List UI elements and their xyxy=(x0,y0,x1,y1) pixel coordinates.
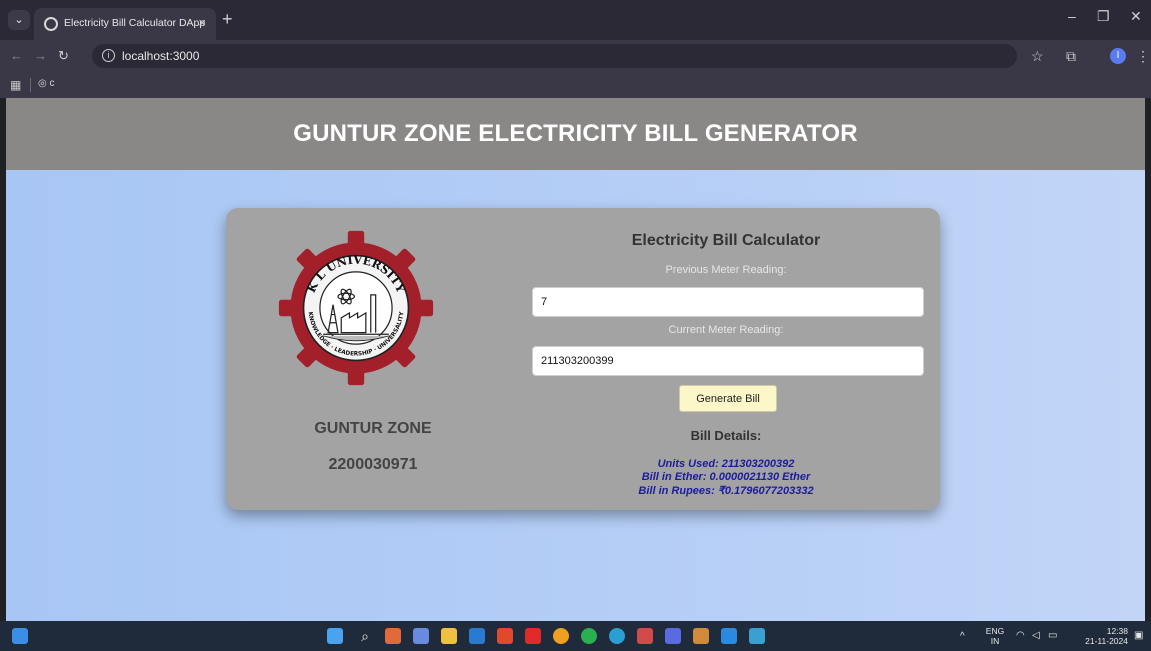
start-icon[interactable] xyxy=(327,628,343,644)
date-text: 21-11-2024 xyxy=(1085,636,1128,646)
bookmark-item[interactable]: ◎ c xyxy=(38,78,55,89)
restore-icon[interactable]: ❐ xyxy=(1097,8,1110,25)
whatsapp-icon[interactable] xyxy=(581,628,597,644)
kl-university-logo: K L UNIVERSITY KNOWLEDGE · LEADERSHIP · … xyxy=(278,230,434,386)
taskbar: ⌕ ^ ENG IN ◠ ◁ ▭ 12:38 21-11-2024 ▣ xyxy=(0,621,1151,651)
tray-chevron-icon[interactable]: ^ xyxy=(960,632,965,642)
battery-icon[interactable]: ▭ xyxy=(1048,631,1057,641)
bill-details-title: Bill Details: xyxy=(690,428,762,443)
current-reading-input[interactable] xyxy=(532,346,924,376)
page-title: GUNTUR ZONE ELECTRICITY BILL GENERATOR xyxy=(293,120,858,147)
tab-search-button[interactable]: ⌄ xyxy=(8,10,30,30)
file-explorer-icon[interactable] xyxy=(441,628,457,644)
apps-grid-icon[interactable]: ▦ xyxy=(10,78,21,92)
bookmarks-divider xyxy=(30,78,31,92)
app-icon[interactable] xyxy=(413,628,429,644)
region-text: IN xyxy=(990,636,1000,646)
calculator-title: Electricity Bill Calculator xyxy=(631,232,821,249)
chrome-profile-icon[interactable] xyxy=(665,628,681,644)
calculator-card: K L UNIVERSITY KNOWLEDGE · LEADERSHIP · … xyxy=(226,208,940,510)
notification-icon[interactable]: ▣ xyxy=(1134,631,1143,641)
url-text: localhost:3000 xyxy=(122,49,200,63)
menu-icon[interactable]: ⋮ xyxy=(1136,48,1150,65)
chrome-icon[interactable] xyxy=(553,628,569,644)
widgets-icon[interactable] xyxy=(12,628,28,644)
new-tab-button[interactable]: + xyxy=(222,10,233,28)
globe-icon xyxy=(44,17,58,31)
zone-id: 2200030971 xyxy=(328,456,418,473)
current-reading-label: Current Meter Reading: xyxy=(668,324,784,336)
language-text: ENG xyxy=(985,626,1005,636)
bookmark-label: c xyxy=(49,78,55,89)
browser-tab[interactable]: Electricity Bill Calculator DApp × xyxy=(34,8,216,40)
back-icon[interactable]: ← xyxy=(10,48,23,63)
outlook-icon[interactable] xyxy=(469,628,485,644)
previous-reading-input[interactable] xyxy=(532,287,924,317)
bookmarks-bar: ▦ ◎ c xyxy=(0,72,1151,98)
generate-bill-button[interactable]: Generate Bill xyxy=(679,385,777,412)
package-icon[interactable] xyxy=(693,628,709,644)
time-text: 12:38 xyxy=(1106,626,1128,636)
bill-ether-text: Bill in Ether: 0.0000021130 Ether xyxy=(641,471,811,483)
site-info-icon[interactable]: i xyxy=(102,49,115,62)
previous-reading-label: Previous Meter Reading: xyxy=(665,264,787,276)
language-indicator[interactable]: ENG IN xyxy=(984,626,1006,646)
pinned-app-icon[interactable] xyxy=(637,628,653,644)
forward-icon[interactable]: → xyxy=(34,48,47,63)
wifi-icon[interactable]: ◠ xyxy=(1016,631,1025,641)
youtube-icon[interactable] xyxy=(525,628,541,644)
tab-title: Electricity Bill Calculator DApp xyxy=(64,17,206,29)
profile-avatar[interactable]: I xyxy=(1110,48,1126,64)
browser-tab-bar: ⌄ Electricity Bill Calculator DApp × + –… xyxy=(0,0,1151,40)
copilot-icon[interactable] xyxy=(385,628,401,644)
site-header: GUNTUR ZONE ELECTRICITY BILL GENERATOR xyxy=(6,98,1145,170)
address-bar-row: ← → ↻ i localhost:3000 ☆ ⧉ I ⋮ xyxy=(0,40,1151,72)
units-used-text: Units Used: 211303200392 xyxy=(657,458,795,470)
close-tab-icon[interactable]: × xyxy=(198,15,206,30)
page-viewport: GUNTUR ZONE ELECTRICITY BILL GENERATOR K… xyxy=(6,98,1145,621)
search-icon[interactable]: ⌕ xyxy=(357,628,373,644)
bill-rupees-text: Bill in Rupees: ₹0.1796077203332 xyxy=(638,485,814,497)
vscode-icon[interactable] xyxy=(721,628,737,644)
brave-icon[interactable] xyxy=(497,628,513,644)
notepad-icon[interactable] xyxy=(749,628,765,644)
minimize-icon[interactable]: – xyxy=(1068,8,1076,24)
edge-icon[interactable] xyxy=(609,628,625,644)
volume-icon[interactable]: ◁ xyxy=(1032,631,1040,641)
url-input[interactable]: i localhost:3000 xyxy=(92,44,1017,68)
bookmark-star-icon[interactable]: ☆ xyxy=(1031,48,1044,65)
clock[interactable]: 12:38 21-11-2024 xyxy=(1072,626,1128,646)
zone-name: GUNTUR ZONE xyxy=(314,420,432,437)
reload-icon[interactable]: ↻ xyxy=(58,48,69,64)
close-window-icon[interactable]: ✕ xyxy=(1130,8,1142,25)
extensions-icon[interactable]: ⧉ xyxy=(1066,48,1076,65)
